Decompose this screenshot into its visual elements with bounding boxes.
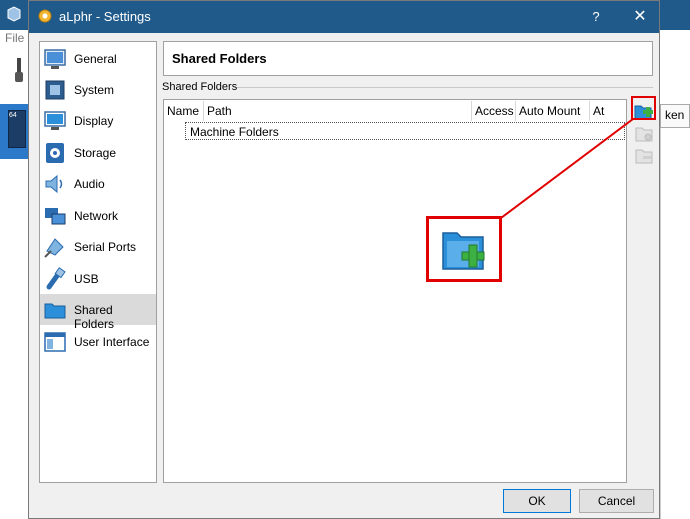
zoom-callout <box>426 216 502 282</box>
callout-connector <box>500 118 634 219</box>
add-shared-folder-large-icon <box>442 232 485 270</box>
